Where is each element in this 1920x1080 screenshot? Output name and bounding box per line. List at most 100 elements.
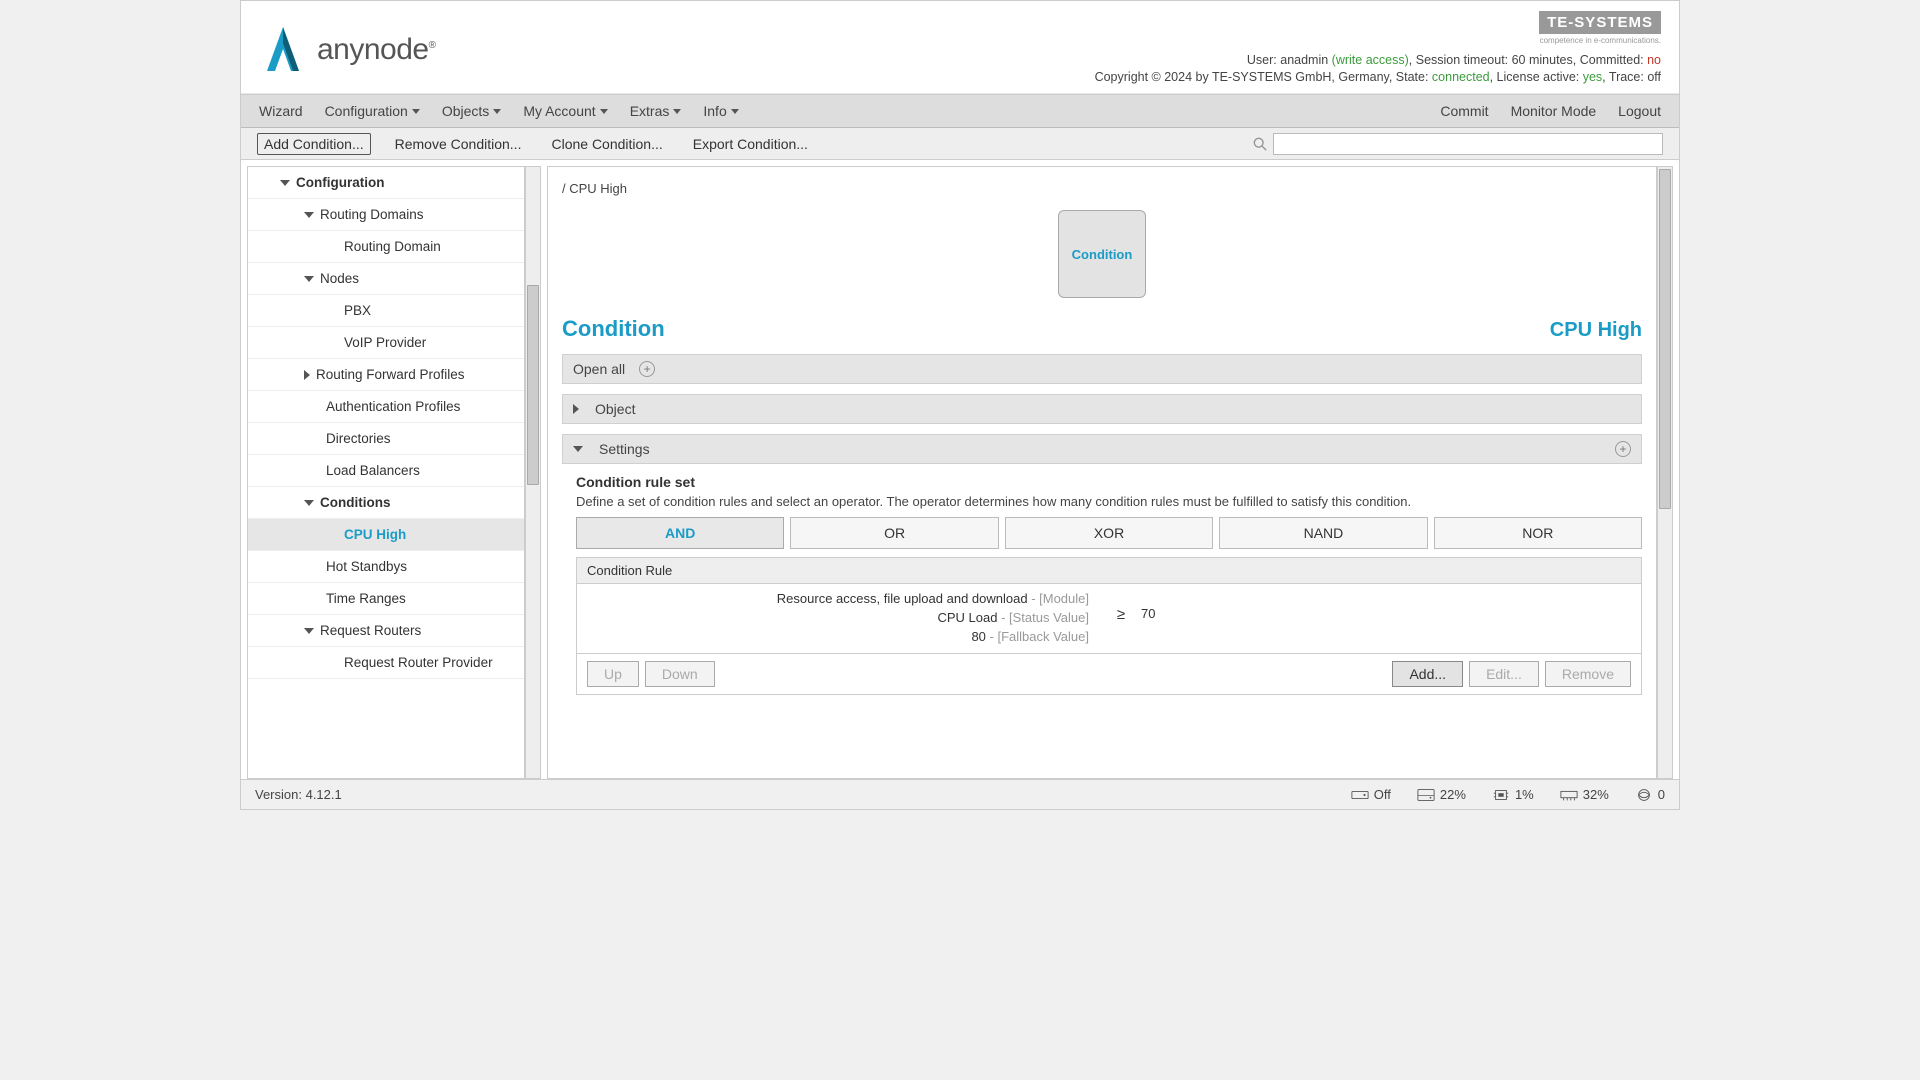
sidebar-item-label: Authentication Profiles <box>326 399 460 414</box>
sidebar-item-routing-domain[interactable]: Routing Domain <box>248 231 524 263</box>
add-condition-button[interactable]: Add Condition... <box>257 133 371 155</box>
chevron-down-icon <box>573 446 583 452</box>
sidebar-item-routing-domains[interactable]: Routing Domains <box>248 199 524 231</box>
content: / CPU High Condition Condition CPU High … <box>547 166 1657 779</box>
header-right: TE-SYSTEMS competence in e-communication… <box>1095 11 1661 87</box>
sidebar-item-conditions[interactable]: Conditions <box>248 487 524 519</box>
sidebar-item-request-router-provider[interactable]: Request Router Provider <box>248 647 524 679</box>
operator-nor[interactable]: NOR <box>1434 517 1642 549</box>
user-status-line: User: anadmin (write access), Session ti… <box>1095 53 1661 67</box>
caret-down-icon <box>600 109 608 114</box>
sidebar-item-label: Load Balancers <box>326 463 420 478</box>
menu-wizard[interactable]: Wizard <box>259 103 303 119</box>
rule-table-header: Condition Rule <box>577 558 1641 584</box>
caret-down-icon <box>731 109 739 114</box>
main: Configuration Routing Domains Routing Doma… <box>241 160 1679 779</box>
rule-comparator: ≥ <box>1101 590 1141 647</box>
copyright-line: Copyright © 2024 by TE-SYSTEMS GmbH, Ger… <box>1095 70 1661 84</box>
chevron-down-icon <box>304 276 314 282</box>
sidebar-item-label: Routing Domain <box>344 239 441 254</box>
sidebar-item-routing-forward-profiles[interactable]: Routing Forward Profiles <box>248 359 524 391</box>
chevron-right-icon <box>573 404 579 414</box>
logo-area: anynode® <box>259 11 435 79</box>
network-icon <box>1635 788 1653 802</box>
object-panel-header[interactable]: Object <box>562 394 1642 424</box>
rule-row[interactable]: Resource access, file upload and downloa… <box>577 584 1641 653</box>
sidebar-item-directories[interactable]: Directories <box>248 423 524 455</box>
status-mem: 32% <box>1560 787 1609 802</box>
chevron-down-icon <box>280 180 290 186</box>
menu-objects[interactable]: Objects <box>442 103 501 119</box>
status-net: 0 <box>1635 787 1665 802</box>
sidebar-item-label: Directories <box>326 431 391 446</box>
sidebar-item-cpu-high[interactable]: CPU High <box>248 519 524 551</box>
sidebar-item-label: VoIP Provider <box>344 335 426 350</box>
menubar: Wizard Configuration Objects My Account … <box>241 94 1679 128</box>
edit-button[interactable]: Edit... <box>1469 661 1539 687</box>
settings-panel-header[interactable]: Settings + <box>562 434 1642 464</box>
rule-table: Condition Rule Resource access, file upl… <box>576 557 1642 695</box>
sidebar-item-hot-standbys[interactable]: Hot Standbys <box>248 551 524 583</box>
remove-button[interactable]: Remove <box>1545 661 1631 687</box>
sidebar-item-label: Request Router Provider <box>344 655 493 670</box>
operator-xor[interactable]: XOR <box>1005 517 1213 549</box>
toolbar: Add Condition... Remove Condition... Clo… <box>241 128 1679 160</box>
chevron-down-icon <box>304 500 314 506</box>
ruleset-title: Condition rule set <box>576 474 1642 490</box>
sidebar: Configuration Routing Domains Routing Doma… <box>247 166 525 779</box>
menu-extras[interactable]: Extras <box>630 103 682 119</box>
sidebar-item-label: CPU High <box>344 527 406 542</box>
down-button[interactable]: Down <box>645 661 715 687</box>
sidebar-item-label: Request Routers <box>320 623 421 638</box>
breadcrumb: / CPU High <box>548 167 1656 206</box>
content-scrollbar[interactable] <box>1657 166 1673 779</box>
sidebar-item-configuration[interactable]: Configuration <box>248 167 524 199</box>
section-title: Condition <box>562 316 665 342</box>
memory-icon <box>1560 788 1578 802</box>
sidebar-item-nodes[interactable]: Nodes <box>248 263 524 295</box>
sidebar-item-load-balancers[interactable]: Load Balancers <box>248 455 524 487</box>
rule-threshold: 70 <box>1141 590 1631 647</box>
sidebar-item-voip-provider[interactable]: VoIP Provider <box>248 327 524 359</box>
sidebar-item-label: Nodes <box>320 271 359 286</box>
sidebar-scrollbar[interactable] <box>525 166 541 779</box>
statusbar: Version: 4.12.1 Off 22% 1% 32% 0 <box>241 779 1679 809</box>
menu-my-account[interactable]: My Account <box>523 103 607 119</box>
sidebar-item-authentication-profiles[interactable]: Authentication Profiles <box>248 391 524 423</box>
sidebar-item-label: Configuration <box>296 175 384 190</box>
chevron-right-icon <box>304 370 310 380</box>
te-systems-logo: TE-SYSTEMS competence in e-communication… <box>1095 11 1661 45</box>
up-button[interactable]: Up <box>587 661 639 687</box>
clone-condition-button[interactable]: Clone Condition... <box>545 134 668 154</box>
sidebar-item-label: Time Ranges <box>326 591 406 606</box>
header: anynode® TE-SYSTEMS competence in e-comm… <box>241 1 1679 94</box>
chevron-down-icon <box>304 212 314 218</box>
sidebar-item-label: Routing Forward Profiles <box>316 367 465 382</box>
menu-logout[interactable]: Logout <box>1618 103 1661 119</box>
menu-monitor-mode[interactable]: Monitor Mode <box>1511 103 1597 119</box>
operator-or[interactable]: OR <box>790 517 998 549</box>
operator-nand[interactable]: NAND <box>1219 517 1427 549</box>
search-icon <box>1253 137 1267 151</box>
sidebar-item-label: PBX <box>344 303 371 318</box>
sidebar-item-request-routers[interactable]: Request Routers <box>248 615 524 647</box>
add-button[interactable]: Add... <box>1392 661 1463 687</box>
condition-node-box[interactable]: Condition <box>1058 210 1146 298</box>
sidebar-item-label: Hot Standbys <box>326 559 407 574</box>
open-all-bar[interactable]: Open all + <box>562 354 1642 384</box>
menu-commit[interactable]: Commit <box>1440 103 1488 119</box>
sidebar-item-label: Routing Domains <box>320 207 424 222</box>
sidebar-item-pbx[interactable]: PBX <box>248 295 524 327</box>
operator-and[interactable]: AND <box>576 517 784 549</box>
sidebar-item-label: Conditions <box>320 495 391 510</box>
export-condition-button[interactable]: Export Condition... <box>687 134 814 154</box>
remove-condition-button[interactable]: Remove Condition... <box>389 134 528 154</box>
logo-icon <box>259 21 307 79</box>
sidebar-item-time-ranges[interactable]: Time Ranges <box>248 583 524 615</box>
menu-info[interactable]: Info <box>703 103 738 119</box>
settings-panel-body: Condition rule set Define a set of condi… <box>548 474 1656 707</box>
logo-text: anynode® <box>317 33 435 67</box>
search-input[interactable] <box>1273 133 1663 155</box>
cpu-icon <box>1492 788 1510 802</box>
menu-configuration[interactable]: Configuration <box>325 103 420 119</box>
